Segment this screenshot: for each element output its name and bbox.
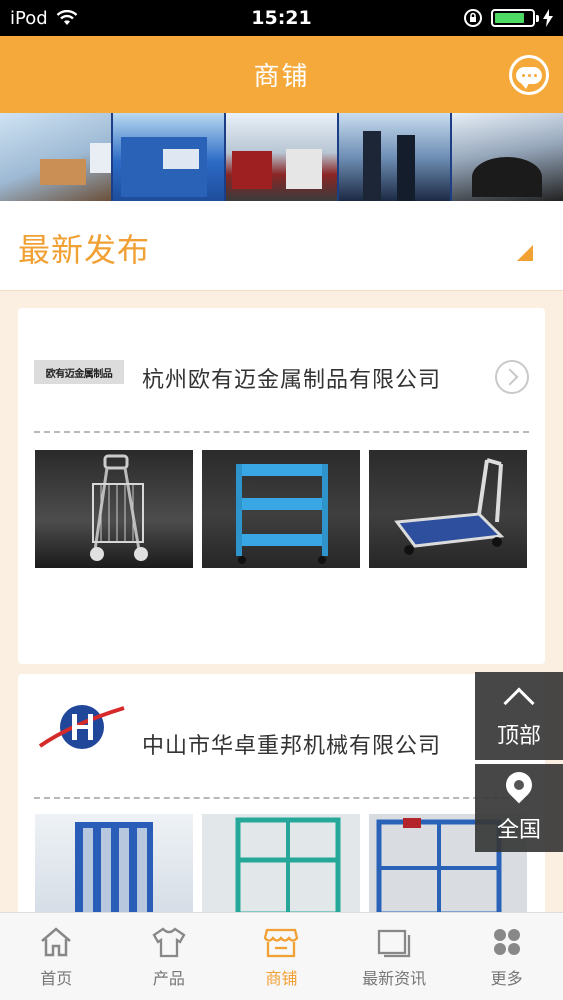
product-image-aerial-lift[interactable] [35, 814, 193, 914]
back-to-top-label: 顶部 [496, 724, 541, 749]
shop-card[interactable]: 欧有迈金属制品 杭州欧有迈金属制品有限公司 [18, 308, 545, 664]
banner-photo-delivery [0, 113, 113, 201]
product-thumbnails [35, 814, 527, 914]
tab-products[interactable]: 产品 [113, 913, 226, 1000]
dashed-divider [34, 431, 529, 433]
app-header: 商铺 [0, 36, 563, 113]
tab-more[interactable]: 更多 [450, 913, 563, 1000]
chevron-right-icon[interactable] [495, 360, 529, 394]
back-to-top-button[interactable]: 顶部 [475, 672, 563, 760]
region-button[interactable]: 全国 [475, 764, 563, 852]
section-header: 最新发布 [0, 201, 563, 291]
location-pin-icon [500, 766, 538, 804]
region-label: 全国 [496, 818, 541, 843]
banner[interactable] [0, 113, 563, 201]
shirt-icon [152, 927, 186, 957]
banner-photo-handshake [339, 113, 452, 201]
bottom-tab-bar: 首页 产品 商铺 最新资讯 更多 [0, 912, 563, 1000]
battery-icon [491, 9, 539, 27]
chat-bubble-icon [516, 66, 542, 89]
shop-card-header[interactable]: 中山市华卓重邦机械有限公司 [18, 674, 545, 800]
tab-news[interactable]: 最新资讯 [338, 913, 451, 1000]
product-image-cargo-lift-green[interactable] [202, 814, 360, 914]
tab-label: 产品 [152, 968, 185, 988]
shop-name: 中山市华卓重邦机械有限公司 [142, 734, 442, 759]
shop-logo [38, 705, 125, 749]
status-bar: iPod 15:21 [0, 0, 563, 36]
tab-label: 首页 [40, 968, 73, 988]
grid-icon [493, 928, 520, 955]
home-icon [41, 926, 72, 956]
tab-label: 更多 [490, 968, 523, 988]
chat-button[interactable] [509, 55, 549, 95]
battery-fill [495, 13, 524, 23]
corner-triangle-icon [517, 245, 533, 261]
tab-stores[interactable]: 商铺 [225, 913, 338, 1000]
news-icon [377, 929, 411, 957]
store-icon [264, 928, 299, 957]
rotation-lock-icon [464, 9, 482, 27]
shop-logo: 欧有迈金属制品 [34, 360, 124, 384]
section-title: 最新发布 [18, 231, 151, 269]
page-title: 商铺 [253, 62, 310, 92]
tab-label: 最新资讯 [362, 968, 427, 988]
shop-name: 杭州欧有迈金属制品有限公司 [142, 368, 442, 393]
carrier-label: iPod [10, 7, 48, 29]
chevron-up-icon [503, 687, 535, 719]
tab-home[interactable]: 首页 [0, 913, 113, 1000]
banner-photo-building [113, 113, 226, 201]
banner-photo-trucks [226, 113, 339, 201]
product-image-tool-cart[interactable] [202, 450, 360, 568]
shop-card-header[interactable]: 欧有迈金属制品 杭州欧有迈金属制品有限公司 [18, 308, 545, 434]
status-time: 15:21 [251, 7, 312, 29]
product-thumbnails [35, 450, 527, 568]
dashed-divider [34, 797, 529, 799]
charging-icon [543, 9, 553, 27]
product-image-shopping-trolley[interactable] [35, 450, 193, 568]
product-image-platform-cart[interactable] [369, 450, 527, 568]
banner-photo-steering [452, 113, 563, 201]
wifi-icon [56, 10, 78, 25]
tab-label: 商铺 [265, 968, 298, 988]
